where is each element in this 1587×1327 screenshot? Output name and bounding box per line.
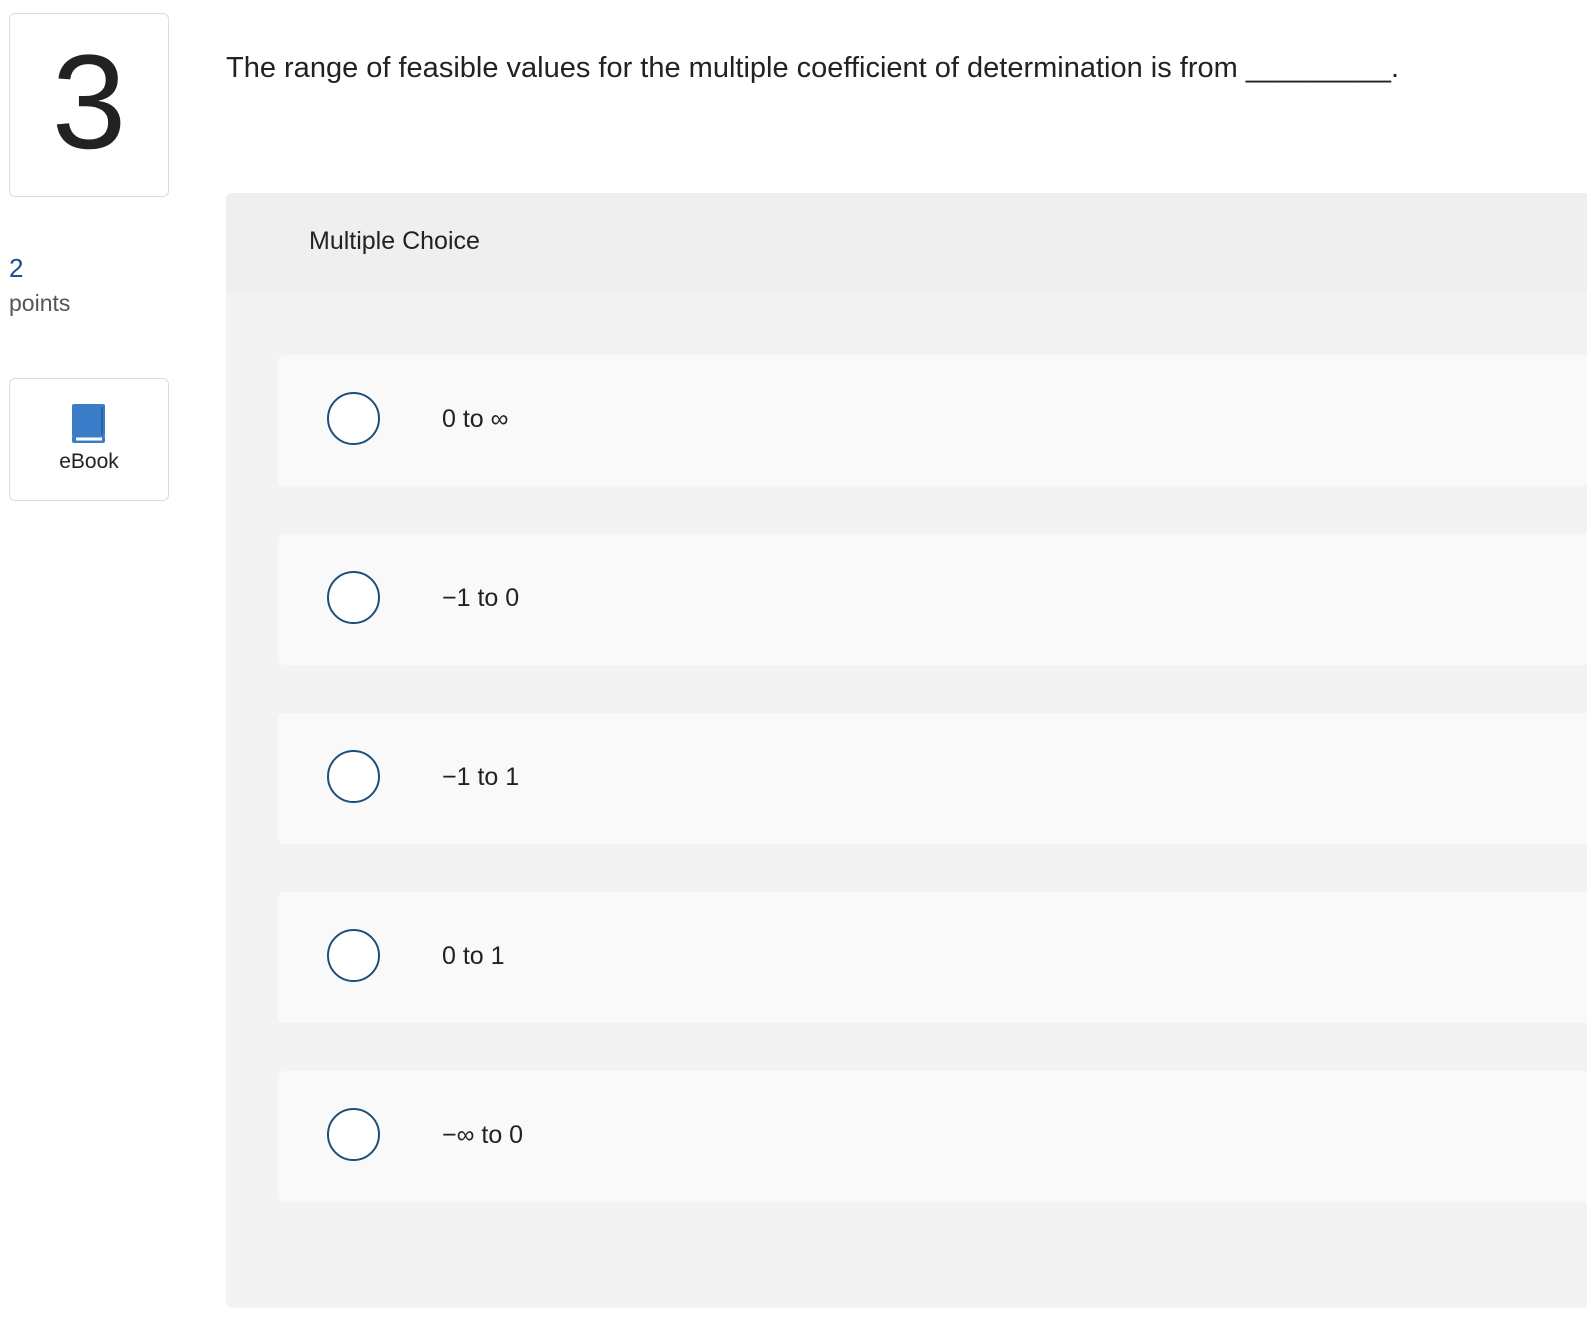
radio-button[interactable] <box>327 1108 380 1161</box>
question-number: 3 <box>51 28 127 177</box>
answer-option-label: −∞ to 0 <box>442 1121 524 1149</box>
radio-button[interactable] <box>327 750 380 803</box>
radio-button[interactable] <box>327 571 380 624</box>
answer-option[interactable]: −1 to 1 <box>278 713 1587 844</box>
answer-option-label: −1 to 0 <box>442 584 520 612</box>
ebook-label: eBook <box>59 450 119 473</box>
points-value: 2 <box>9 253 24 283</box>
answer-option-label: −1 to 1 <box>442 763 520 791</box>
answer-option[interactable]: 0 to 1 <box>278 892 1587 1023</box>
question-prompt: The range of feasible values for the mul… <box>226 52 1400 84</box>
answer-panel: Multiple Choice 0 to ∞ −1 to 0 −1 to 1 0… <box>226 193 1587 1308</box>
radio-button[interactable] <box>327 392 380 445</box>
answer-option[interactable]: −∞ to 0 <box>278 1071 1587 1202</box>
answer-option-label: 0 to ∞ <box>442 405 509 433</box>
answer-option[interactable]: 0 to ∞ <box>278 355 1587 486</box>
question-page: 3 2 points eBook The range of feasible v… <box>0 0 1587 1327</box>
ebook-button[interactable]: eBook <box>9 378 169 501</box>
question-type-label: Multiple Choice <box>309 227 480 255</box>
book-icon <box>72 404 105 443</box>
answer-panel-header: Multiple Choice <box>226 193 1587 292</box>
answer-option[interactable]: −1 to 0 <box>278 534 1587 665</box>
points-label: points <box>9 290 71 316</box>
answer-option-label: 0 to 1 <box>442 942 505 970</box>
question-number-card: 3 <box>9 13 169 197</box>
radio-button[interactable] <box>327 929 380 982</box>
